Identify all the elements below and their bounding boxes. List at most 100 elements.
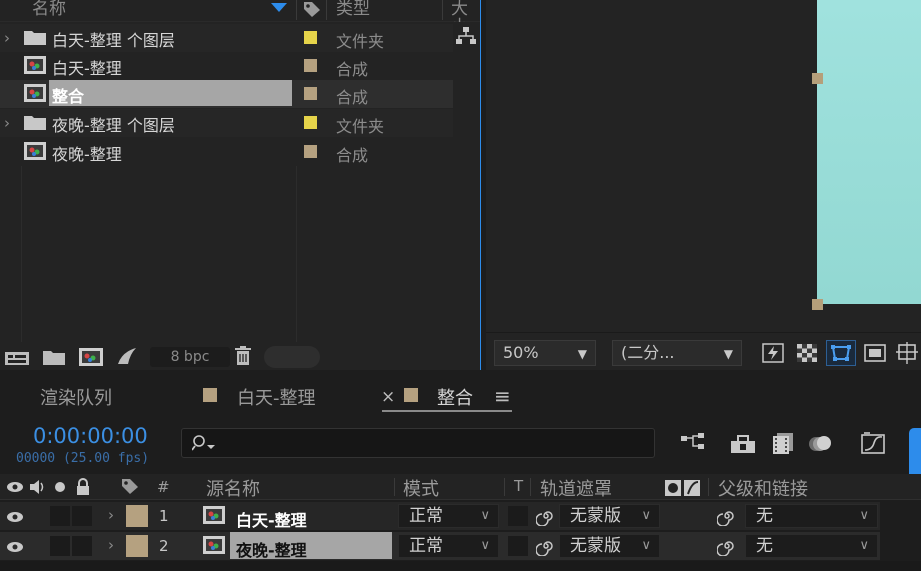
close-icon[interactable]: × [381,387,395,407]
layer-label-swatch[interactable] [126,505,148,527]
transparency-grid-icon[interactable] [796,343,818,363]
solo-toggle[interactable] [50,506,70,526]
new-composition-icon[interactable] [78,347,104,367]
draft-3d-icon[interactable] [730,432,756,454]
hierarchy-icon[interactable] [455,26,477,46]
eye-icon[interactable] [6,510,24,524]
project-item-comp[interactable]: 白天-整理 合成 [0,52,453,80]
motion-blur-icon[interactable] [808,432,834,454]
label-tag-icon[interactable] [302,0,322,18]
project-item-name: 夜晚-整理 个图层 [52,116,175,135]
lock-toggle[interactable] [72,536,92,556]
project-item-type: 合成 [336,60,369,79]
parent-dropdown[interactable]: 无 ∨ [745,534,878,558]
matte-alpha-icon[interactable] [664,479,702,497]
region-of-interest-icon[interactable] [864,343,886,363]
track-matte-dropdown[interactable]: 无蒙版 ∨ [559,534,660,558]
column-name[interactable]: 名称 [32,0,66,22]
composition-flowchart-icon[interactable] [680,432,706,454]
label-tag-icon[interactable] [120,477,140,495]
parent-dropdown[interactable]: 无 ∨ [745,504,878,528]
chevron-down-icon: ∨ [641,538,651,553]
eye-icon[interactable] [6,540,24,554]
chevron-down-icon: ∨ [859,538,869,553]
frame-blending-icon[interactable] [771,432,795,454]
lock-toggle[interactable] [72,506,92,526]
delete-trash-icon[interactable] [233,346,253,366]
parent-value: 无 [756,506,773,526]
scrollbar-thumb[interactable] [264,346,320,368]
column-parent-link[interactable]: 父级和链接 [718,475,808,501]
transform-handle[interactable] [812,73,823,84]
track-matte-dropdown[interactable]: 无蒙版 ∨ [559,504,660,528]
label-swatch[interactable] [304,116,317,129]
expand-arrow-icon[interactable]: › [108,536,114,554]
tab-render-queue[interactable]: 渲染队列 [40,384,112,410]
column-divider [708,478,709,496]
column-mode[interactable]: 模式 [403,475,439,501]
grid-guides-icon[interactable] [896,342,918,364]
tab-combined-comp[interactable]: 整合 [437,384,473,410]
resolution-value: (二分... [621,343,675,362]
column-preserve-transparency[interactable]: T [514,477,523,495]
label-swatch[interactable] [304,145,317,158]
sort-arrow-icon[interactable] [271,3,287,13]
transform-handle[interactable] [812,299,823,310]
mask-path-visibility-icon[interactable] [826,340,856,366]
column-source-name[interactable]: 源名称 [206,475,260,501]
new-folder-icon[interactable] [42,348,66,366]
pick-whip-icon[interactable] [536,536,556,556]
project-item-type: 文件夹 [336,32,385,51]
parent-pick-whip-icon[interactable] [717,536,737,556]
color-depth-button[interactable]: 8 bpc [150,347,230,367]
solo-toggle[interactable] [50,536,70,556]
expand-arrow-icon[interactable]: › [4,114,10,132]
parent-pick-whip-icon[interactable] [717,506,737,526]
tab-daytime-comp[interactable]: 白天-整理 [237,384,316,410]
project-item-name: 夜晚-整理 [52,145,122,164]
project-item-folder[interactable]: › 白天-整理 个图层 文件夹 [0,24,476,52]
fast-preview-icon[interactable] [762,343,784,363]
project-item-folder[interactable]: › 夜晚-整理 个图层 文件夹 [0,109,453,137]
expand-arrow-icon[interactable]: › [4,29,10,47]
folder-icon [23,113,47,131]
dependencies-icon[interactable] [116,346,138,366]
column-divider [504,478,505,496]
interpret-footage-icon[interactable] [4,348,30,366]
column-size[interactable]: 大小 [451,0,479,22]
panel-menu-icon[interactable]: ≡ [494,384,511,408]
project-panel: 名称 类型 大小 › 白天-整理 个图层 文件夹 白天-整理 合成 [0,0,481,370]
preserve-transparency-toggle[interactable] [508,506,528,526]
resolution-dropdown[interactable]: (二分... ▼ [612,340,742,366]
lock-icon[interactable] [75,478,91,496]
column-track-matte[interactable]: 轨道遮罩 [540,475,612,501]
project-item-comp-selected[interactable]: 整合 合成 [0,80,453,108]
label-swatch[interactable] [304,31,317,44]
label-swatch[interactable] [304,59,317,72]
layer-label-swatch[interactable] [126,535,148,557]
project-item-type: 合成 [336,146,369,165]
layer-name[interactable]: 夜晚-整理 [236,537,307,561]
expand-arrow-icon[interactable]: › [108,506,114,524]
eye-icon[interactable] [6,480,24,494]
current-time-display[interactable]: 0:00:00:00 [33,424,148,448]
composition-canvas[interactable] [817,0,921,304]
project-item-comp[interactable]: 夜晚-整理 合成 [0,138,453,166]
graph-editor-icon[interactable] [860,431,886,455]
layer-row-selected[interactable]: › 2 夜晚-整理 正常 ∨ 无蒙版 ∨ 无 ∨ [0,532,880,560]
pick-whip-icon[interactable] [536,506,556,526]
blend-mode-dropdown[interactable]: 正常 ∨ [398,534,499,558]
preserve-transparency-toggle[interactable] [508,536,528,556]
project-column-header: 名称 类型 大小 [0,0,480,22]
layer-row[interactable]: › 1 白天-整理 正常 ∨ 无蒙版 ∨ 无 ∨ [0,502,880,530]
zoom-dropdown[interactable]: 50% ▼ [494,340,596,366]
speaker-icon[interactable] [28,478,48,496]
solo-icon[interactable] [55,482,65,492]
composition-icon [23,83,47,103]
project-item-name: 白天-整理 个图层 [52,31,175,50]
column-type[interactable]: 类型 [336,0,370,22]
layer-search-input[interactable] [181,428,655,458]
label-swatch[interactable] [304,87,317,100]
blend-mode-dropdown[interactable]: 正常 ∨ [398,504,499,528]
layer-name[interactable]: 白天-整理 [236,507,307,531]
